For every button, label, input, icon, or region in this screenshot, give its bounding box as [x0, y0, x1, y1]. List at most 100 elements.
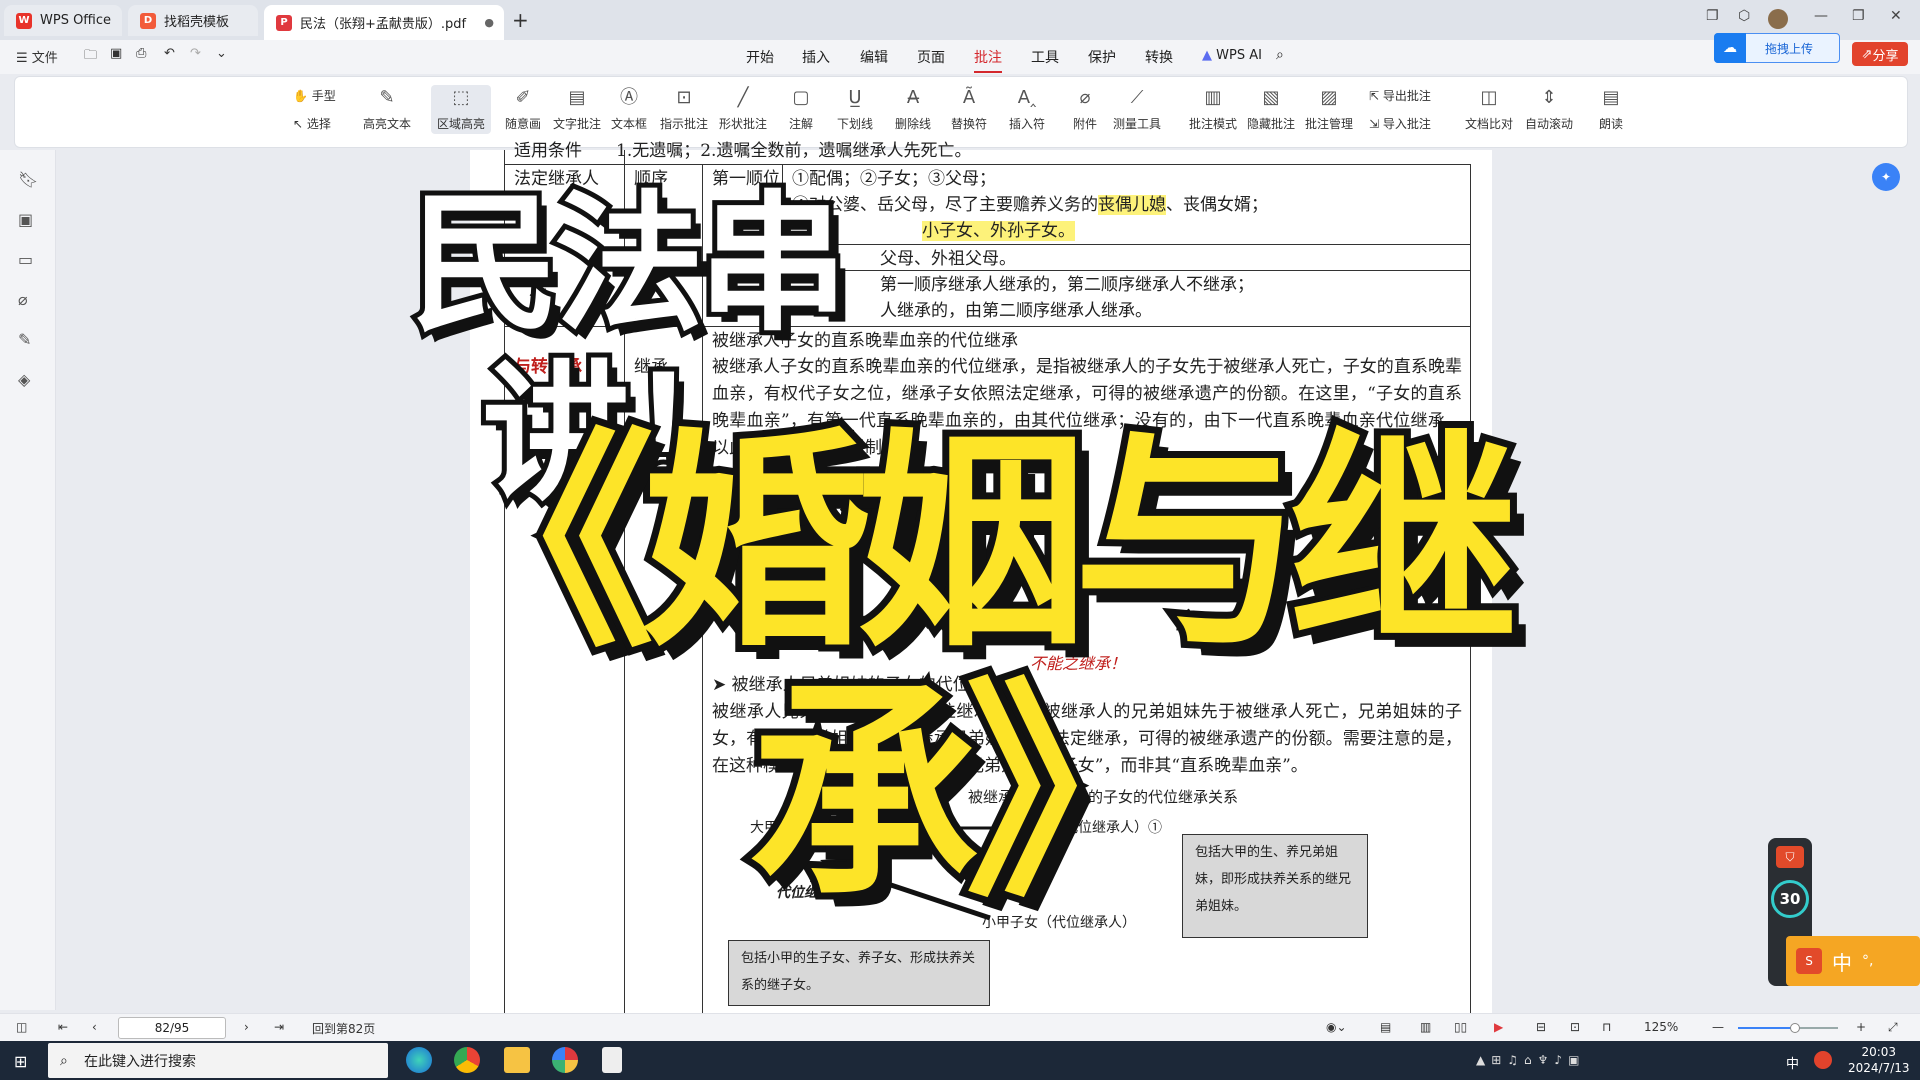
- close-window-icon[interactable]: ✕: [1890, 8, 1902, 24]
- avatar[interactable]: [1768, 9, 1788, 29]
- print-icon[interactable]: ⎙: [136, 46, 146, 61]
- chrome-icon[interactable]: [454, 1047, 480, 1073]
- auto-scroll-tool[interactable]: ⇕ 自动滚动: [1525, 87, 1573, 132]
- antivirus-icon[interactable]: [1814, 1051, 1832, 1069]
- underline-tool[interactable]: U̲ 下划线: [837, 87, 873, 132]
- save-icon[interactable]: ▣: [110, 46, 122, 61]
- share-button[interactable]: ⇗ 分享: [1852, 42, 1908, 66]
- wps-ai-icon: ▲: [1202, 48, 1212, 63]
- attachment-icon[interactable]: ⌀: [18, 290, 28, 309]
- tab-label: 民法（张翔+孟献贵版）.pdf: [300, 17, 467, 32]
- signature-icon[interactable]: ✎: [18, 330, 31, 349]
- hand-tool[interactable]: ✋ 手型: [293, 87, 336, 104]
- textbox-tool[interactable]: Ⓐ 文本框: [611, 87, 647, 132]
- more-chevron-icon[interactable]: ⌄: [216, 46, 227, 61]
- fit-width-icon[interactable]: ⊟: [1536, 1020, 1546, 1034]
- search-icon[interactable]: ⌕: [1276, 47, 1284, 63]
- import-annotations-button[interactable]: ⇲ 导入批注: [1369, 115, 1431, 132]
- back-to-page-link[interactable]: 回到第82页: [312, 1020, 375, 1037]
- restore-icon[interactable]: ❐: [1852, 8, 1865, 24]
- zoom-slider-handle[interactable]: [1790, 1023, 1800, 1033]
- menu-bar: [0, 40, 1920, 74]
- windows-start-icon[interactable]: ⊞: [14, 1052, 27, 1071]
- comment-icon[interactable]: ▭: [18, 250, 33, 269]
- select-tool[interactable]: ↖ 选择: [293, 115, 331, 132]
- ime-toolbar[interactable]: S 中 °,: [1786, 936, 1920, 986]
- strikethrough-tool[interactable]: A̶ 删除线: [895, 87, 931, 132]
- edge-browser-icon[interactable]: [406, 1047, 432, 1073]
- redo-icon[interactable]: ↷: [190, 46, 201, 61]
- taskbar-clock[interactable]: 20:03 2024/7/13: [1848, 1044, 1910, 1076]
- zoom-level[interactable]: 125%: [1644, 1020, 1678, 1034]
- zoom-in-icon[interactable]: +: [1856, 1020, 1866, 1034]
- file-explorer-icon[interactable]: [504, 1047, 530, 1073]
- document-compare-tool[interactable]: ◫ 文档比对: [1465, 87, 1513, 132]
- measure-tool[interactable]: ⟋ 测量工具: [1113, 87, 1161, 132]
- ime-indicator[interactable]: 中: [1786, 1053, 1799, 1072]
- replace-mark-tool[interactable]: Ã 替换符: [951, 87, 987, 132]
- freehand-tool[interactable]: ✐ 随意画: [505, 87, 541, 132]
- menu-page[interactable]: 页面: [917, 47, 945, 67]
- insert-mark-tool[interactable]: A‸ 插入符: [1009, 87, 1045, 132]
- zoom-out-icon[interactable]: —: [1712, 1020, 1724, 1034]
- ai-assistant-icon[interactable]: ✦: [1872, 163, 1900, 191]
- bookmark-view-icon[interactable]: ⊓: [1602, 1020, 1611, 1034]
- open-icon[interactable]: 🗀: [84, 46, 97, 68]
- sidebar-toggle-icon[interactable]: ◫: [16, 1020, 27, 1034]
- line-icon: ╱: [737, 87, 749, 108]
- shape-comment-tool[interactable]: ╱ 形状批注: [719, 87, 767, 132]
- menu-insert[interactable]: 插入: [802, 47, 830, 67]
- tab-pdf-document[interactable]: P 民法（张翔+孟献贵版）.pdf ●: [264, 5, 504, 40]
- first-page-icon[interactable]: ⇤: [58, 1020, 68, 1034]
- app-icon[interactable]: [552, 1047, 578, 1073]
- next-page-icon[interactable]: ›: [244, 1020, 249, 1034]
- minimize-icon[interactable]: —: [1814, 8, 1828, 24]
- tool-label: 文本框: [611, 117, 648, 131]
- menu-wps-ai[interactable]: ▲ WPS AI: [1202, 48, 1262, 63]
- dual-page-icon[interactable]: ▯▯: [1454, 1020, 1467, 1034]
- manage-annotations-tool[interactable]: ▨ 批注管理: [1305, 87, 1353, 132]
- prev-page-icon[interactable]: ‹: [92, 1020, 97, 1034]
- tab-wps-office[interactable]: W WPS Office: [4, 5, 122, 36]
- bookmark-icon[interactable]: 🔖︎: [18, 170, 38, 189]
- document-app-icon[interactable]: [602, 1047, 622, 1073]
- highlight-text-tool[interactable]: ✎ 高亮文本: [363, 87, 411, 132]
- upload-button[interactable]: ☁ 拖拽上传: [1714, 33, 1840, 63]
- thumbnail-icon[interactable]: ▣: [18, 210, 33, 229]
- system-tray-icons[interactable]: ▲⊞♫⌂♆♪▣: [1476, 1053, 1585, 1067]
- hide-annotations-tool[interactable]: ▧ 隐藏批注: [1247, 87, 1295, 132]
- layers-icon[interactable]: ◈: [18, 370, 30, 389]
- eye-icon[interactable]: ◉⌄: [1326, 1020, 1347, 1034]
- attachment-tool[interactable]: ⌀ 附件: [1073, 87, 1097, 132]
- menu-protect[interactable]: 保护: [1088, 47, 1116, 67]
- file-menu[interactable]: ☰ 文件: [16, 47, 58, 66]
- undo-icon[interactable]: ↶: [164, 46, 175, 61]
- zoom-slider[interactable]: [1738, 1023, 1838, 1033]
- play-icon[interactable]: ▶: [1494, 1020, 1503, 1034]
- tab-close-icon[interactable]: ●: [484, 16, 494, 29]
- area-highlight-tool[interactable]: ⬚ 区域高亮: [431, 85, 492, 134]
- ime-options-icon: °,: [1862, 953, 1874, 969]
- window-layout-icon[interactable]: ❐: [1706, 8, 1719, 24]
- last-page-icon[interactable]: ⇥: [274, 1020, 284, 1034]
- page-number-input[interactable]: 82/95: [118, 1017, 226, 1039]
- menu-edit[interactable]: 编辑: [860, 47, 888, 67]
- menu-start[interactable]: 开始: [746, 47, 774, 67]
- new-tab-icon[interactable]: +: [512, 8, 529, 32]
- export-annotations-button[interactable]: ⇱ 导出批注: [1369, 87, 1431, 104]
- menu-tools[interactable]: 工具: [1031, 47, 1059, 67]
- cube-icon[interactable]: ⬡: [1738, 8, 1750, 24]
- menu-annotate[interactable]: 批注: [974, 47, 1002, 73]
- tab-docer[interactable]: D 找稻壳模板: [128, 5, 258, 36]
- note-tool[interactable]: ▢ 注解: [789, 87, 813, 132]
- fit-page-icon[interactable]: ⊡: [1570, 1020, 1580, 1034]
- fullscreen-icon[interactable]: ⤢: [1888, 1020, 1898, 1035]
- annotation-mode-tool[interactable]: ▥ 批注模式: [1189, 87, 1237, 132]
- text-comment-tool[interactable]: ▤ 文字批注: [553, 87, 601, 132]
- read-aloud-tool[interactable]: ▤ 朗读: [1599, 87, 1623, 132]
- continuous-page-icon[interactable]: ▥: [1420, 1020, 1431, 1034]
- taskbar-search[interactable]: ⌕ 在此键入进行搜索: [48, 1043, 388, 1078]
- menu-convert[interactable]: 转换: [1145, 47, 1173, 67]
- single-page-icon[interactable]: ▤: [1380, 1020, 1391, 1034]
- callout-tool[interactable]: ⊡ 指示批注: [660, 87, 708, 132]
